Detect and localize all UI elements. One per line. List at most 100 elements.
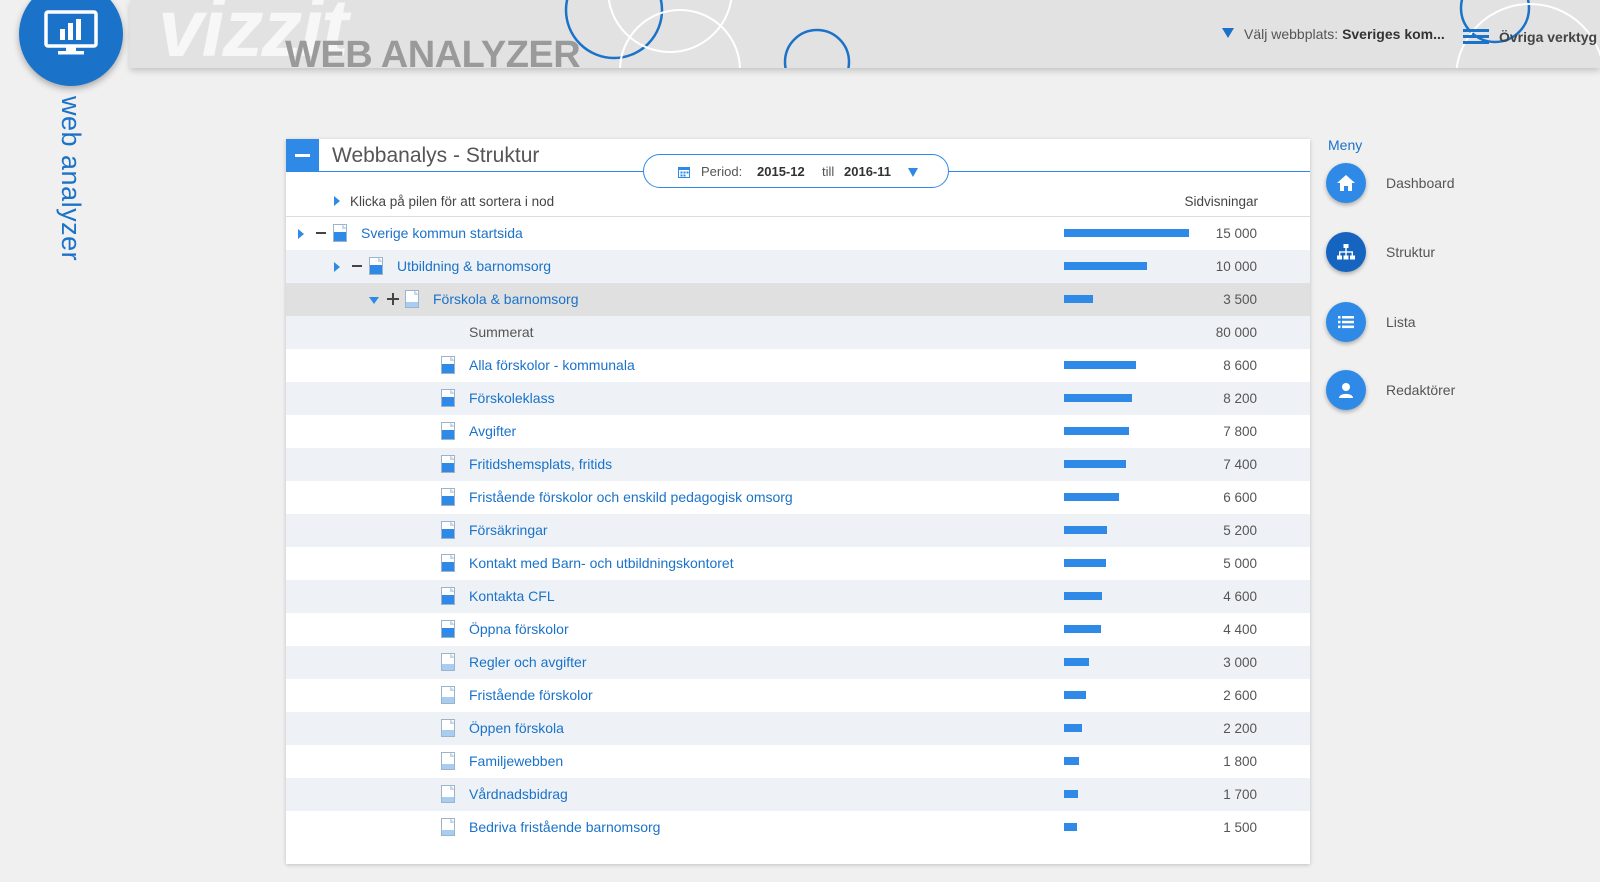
table-row[interactable]: Familjewebben 1 800 xyxy=(286,745,1310,778)
page-link[interactable]: Förskola & barnomsorg xyxy=(433,283,579,316)
sort-arrow-icon[interactable] xyxy=(334,262,340,272)
menu-item-lista[interactable]: Lista xyxy=(1326,302,1526,344)
table-row[interactable]: Förskoleklass 8 200 xyxy=(286,382,1310,415)
page-icon xyxy=(441,554,455,572)
hamburger-icon xyxy=(1463,26,1489,47)
table-row[interactable]: Öppen förskola 2 200 xyxy=(286,712,1310,745)
page-link[interactable]: Försäkringar xyxy=(469,514,548,547)
table-row[interactable]: Försäkringar 5 200 xyxy=(286,514,1310,547)
collapse-node-icon[interactable] xyxy=(352,265,362,267)
pageviews-bar-track xyxy=(1064,691,1194,699)
table-row[interactable]: Sverige kommun startsida 15 000 xyxy=(286,217,1310,250)
pageviews-bar xyxy=(1064,625,1101,633)
pageviews-bar-track xyxy=(1064,427,1194,435)
sort-hint-text: Klicka på pilen för att sortera i nod xyxy=(350,194,555,209)
page-link[interactable]: Regler och avgifter xyxy=(469,646,587,679)
expand-node-icon[interactable] xyxy=(387,293,399,305)
pageviews-bar xyxy=(1064,823,1077,831)
pageviews-bar xyxy=(1064,691,1086,699)
pageviews-bar-track xyxy=(1064,493,1194,501)
table-row[interactable]: Avgifter 7 800 xyxy=(286,415,1310,448)
pageviews-value: 2 600 xyxy=(1223,688,1257,703)
pageviews-bar xyxy=(1064,262,1147,270)
period-to: 2016-11 xyxy=(844,164,891,179)
table-row[interactable]: Alla förskolor - kommunala 8 600 xyxy=(286,349,1310,382)
page-link[interactable]: Kontakt med Barn- och utbildningskontore… xyxy=(469,547,734,580)
menu-item-struktur[interactable]: Struktur xyxy=(1326,232,1526,274)
page-icon xyxy=(441,719,455,737)
sort-arrow-down-icon[interactable] xyxy=(369,297,379,304)
page-link[interactable]: Fristående förskolor xyxy=(469,679,593,712)
table-row[interactable]: Regler och avgifter 3 000 xyxy=(286,646,1310,679)
table-row[interactable]: Kontakt med Barn- och utbildningskontore… xyxy=(286,547,1310,580)
table-row[interactable]: Kontakta CFL 4 600 xyxy=(286,580,1310,613)
table-row[interactable]: Bedriva fristående barnomsorg 1 500 xyxy=(286,811,1310,844)
page-icon xyxy=(441,455,455,473)
table-row[interactable]: Fritidshemsplats, fritids 7 400 xyxy=(286,448,1310,481)
site-select[interactable]: Välj webbplats: Sveriges kom... xyxy=(1222,26,1445,42)
pageviews-value: 5 200 xyxy=(1223,523,1257,538)
table-row[interactable]: Fristående förskolor och enskild pedagog… xyxy=(286,481,1310,514)
pageviews-value: 7 800 xyxy=(1223,424,1257,439)
pageviews-bar-track xyxy=(1064,361,1194,369)
app-logo[interactable] xyxy=(19,0,123,86)
page-link[interactable]: Alla förskolor - kommunala xyxy=(469,349,635,382)
table-row[interactable]: Summerat 80 000 xyxy=(286,316,1310,349)
page-link[interactable]: Kontakta CFL xyxy=(469,580,555,613)
page-icon xyxy=(441,488,455,506)
table-row[interactable]: Öppna förskolor 4 400 xyxy=(286,613,1310,646)
page-link[interactable]: Vårdnadsbidrag xyxy=(469,778,568,811)
sort-arrow-icon[interactable] xyxy=(298,229,304,239)
pageviews-value: 8 600 xyxy=(1223,358,1257,373)
pageviews-value: 3 000 xyxy=(1223,655,1257,670)
collapse-panel-button[interactable] xyxy=(286,139,319,172)
tools-menu-button[interactable]: Övriga verktyg xyxy=(1463,26,1597,47)
tools-label: Övriga verktyg xyxy=(1499,29,1598,45)
page-icon xyxy=(405,290,419,308)
structure-panel: Webbanalys - Struktur Period: 2015-12 ti… xyxy=(286,139,1310,864)
pageviews-value: 2 200 xyxy=(1223,721,1257,736)
collapse-node-icon[interactable] xyxy=(316,232,326,234)
page-icon xyxy=(441,653,455,671)
page-icon xyxy=(441,752,455,770)
triangle-down-icon xyxy=(1222,28,1234,38)
table-row[interactable]: Förskola & barnomsorg 3 500 xyxy=(286,283,1310,316)
page-link[interactable]: Fritidshemsplats, fritids xyxy=(469,448,612,481)
list-icon xyxy=(1326,302,1366,342)
table-row[interactable]: Utbildning & barnomsorg 10 000 xyxy=(286,250,1310,283)
menu-item-dashboard[interactable]: Dashboard xyxy=(1326,163,1526,205)
page-icon xyxy=(441,587,455,605)
page-link[interactable]: Förskoleklass xyxy=(469,382,555,415)
pageviews-value: 1 800 xyxy=(1223,754,1257,769)
page-link[interactable]: Avgifter xyxy=(469,415,516,448)
page-link[interactable]: Utbildning & barnomsorg xyxy=(397,250,551,283)
pageviews-bar xyxy=(1064,790,1078,798)
monitor-chart-icon xyxy=(44,10,98,55)
pageviews-value: 80 000 xyxy=(1215,325,1257,340)
period-selector[interactable]: Period: 2015-12 till 2016-11 xyxy=(643,154,949,188)
pageviews-value: 3 500 xyxy=(1223,292,1257,307)
app-vertical-title: web analyzer xyxy=(56,96,86,262)
page-link[interactable]: Bedriva fristående barnomsorg xyxy=(469,811,660,844)
pageviews-bar-track xyxy=(1064,823,1194,831)
pageviews-column-header: Sidvisningar xyxy=(1184,194,1258,209)
page-link[interactable]: Sverige kommun startsida xyxy=(361,217,523,250)
pageviews-value: 8 200 xyxy=(1223,391,1257,406)
pageviews-value: 4 600 xyxy=(1223,589,1257,604)
page-icon xyxy=(441,389,455,407)
page-icon xyxy=(441,620,455,638)
page-link[interactable]: Öppen förskola xyxy=(469,712,564,745)
page-icon xyxy=(441,356,455,374)
page-link[interactable]: Fristående förskolor och enskild pedagog… xyxy=(469,481,793,514)
triangle-right-icon xyxy=(334,196,340,206)
menu-item-label: Lista xyxy=(1386,314,1416,330)
pageviews-bar-track xyxy=(1064,757,1194,765)
pageviews-bar-track xyxy=(1064,295,1194,303)
menu-item-redaktrer[interactable]: Redaktörer xyxy=(1326,370,1526,412)
page-link[interactable]: Familjewebben xyxy=(469,745,563,778)
pageviews-bar-track xyxy=(1064,460,1194,468)
table-row[interactable]: Vårdnadsbidrag 1 700 xyxy=(286,778,1310,811)
pageviews-bar-track xyxy=(1064,526,1194,534)
page-link[interactable]: Öppna förskolor xyxy=(469,613,569,646)
table-row[interactable]: Fristående förskolor 2 600 xyxy=(286,679,1310,712)
